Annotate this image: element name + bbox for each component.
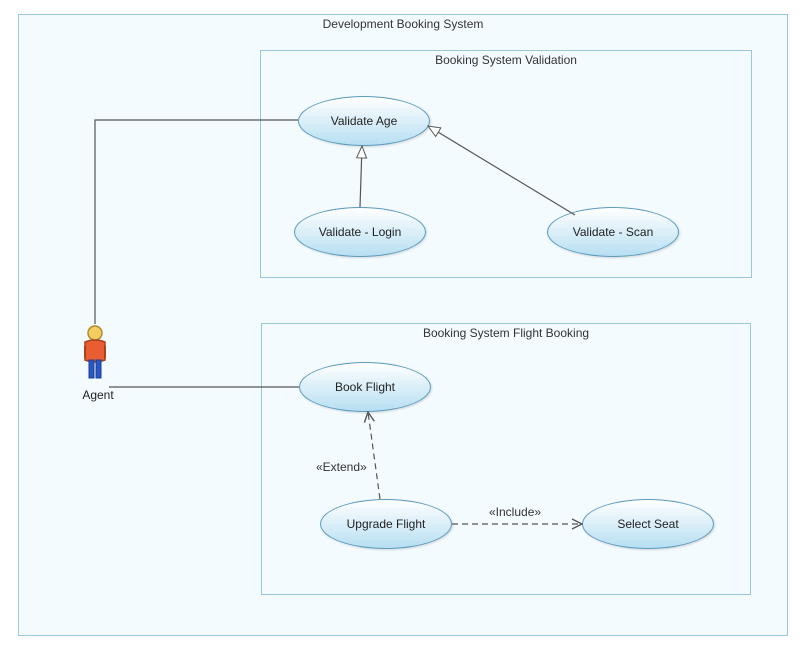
validation-boundary-title: Booking System Validation xyxy=(261,53,751,67)
system-boundary-title: Development Booking System xyxy=(19,17,787,31)
usecase-label: Validate - Scan xyxy=(573,225,654,239)
usecase-label: Validate Age xyxy=(331,114,398,128)
usecase-upgrade-flight[interactable]: Upgrade Flight xyxy=(320,499,452,549)
usecase-label: Validate - Login xyxy=(319,225,402,239)
usecase-label: Select Seat xyxy=(617,517,678,531)
include-label: «Include» xyxy=(489,505,541,519)
usecase-validate-age[interactable]: Validate Age xyxy=(298,96,430,146)
actor-icon xyxy=(80,324,110,384)
flight-boundary-title: Booking System Flight Booking xyxy=(262,326,750,340)
usecase-validate-scan[interactable]: Validate - Scan xyxy=(547,207,679,257)
extend-label: «Extend» xyxy=(316,460,367,474)
actor-agent[interactable] xyxy=(80,324,110,387)
actor-agent-label: Agent xyxy=(78,388,118,402)
usecase-select-seat[interactable]: Select Seat xyxy=(582,499,714,549)
usecase-validate-login[interactable]: Validate - Login xyxy=(294,207,426,257)
usecase-book-flight[interactable]: Book Flight xyxy=(299,362,431,412)
usecase-label: Upgrade Flight xyxy=(347,517,426,531)
usecase-label: Book Flight xyxy=(335,380,395,394)
